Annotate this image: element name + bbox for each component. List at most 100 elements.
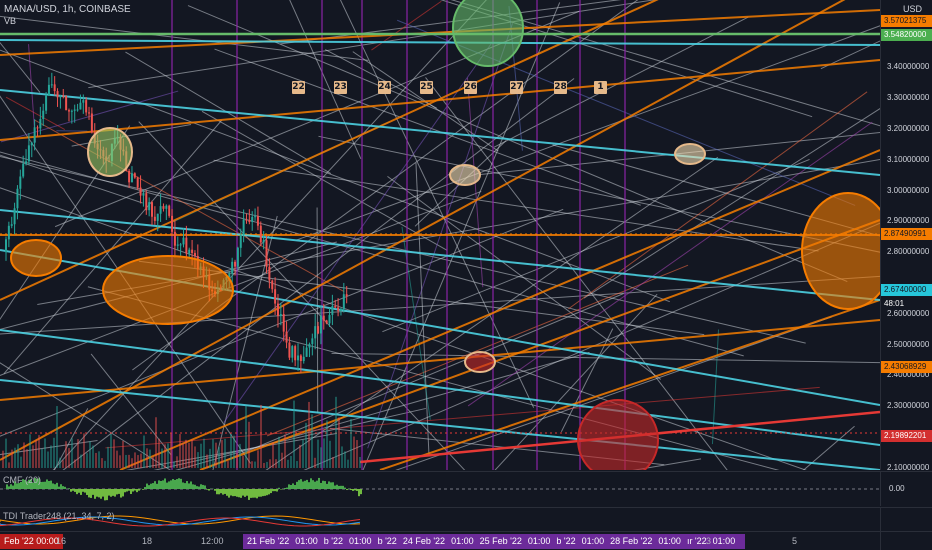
- candle-body: [19, 176, 22, 189]
- volume-bar: [5, 438, 7, 468]
- volume-bar: [335, 396, 337, 468]
- cmf-bar: [132, 489, 134, 492]
- cmf-bar: [264, 489, 266, 496]
- volume-bar: [200, 443, 202, 468]
- volume-bar: [95, 452, 97, 468]
- cmf-bar: [202, 484, 204, 489]
- candle-body: [79, 102, 82, 110]
- candle-body: [297, 355, 300, 361]
- cmf-bar: [118, 489, 120, 494]
- volume-bar: [41, 448, 43, 468]
- scale-corner[interactable]: [880, 531, 932, 550]
- cmf-pane[interactable]: CMF (20): [0, 471, 880, 506]
- volume-bar: [269, 459, 271, 468]
- day-marker[interactable]: 25: [420, 81, 433, 94]
- cmf-scale[interactable]: 0.00: [880, 471, 932, 506]
- symbol-title[interactable]: MANA/USD, 1h, COINBASE: [4, 4, 131, 15]
- cmf-bar: [292, 483, 294, 489]
- volume-bar: [8, 462, 10, 468]
- day-marker[interactable]: 28: [554, 81, 567, 94]
- day-marker[interactable]: 27: [510, 81, 523, 94]
- volume-bar: [152, 456, 154, 468]
- cmf-bar: [76, 489, 78, 495]
- cmf-bar: [50, 480, 52, 489]
- chart-canvas[interactable]: [0, 0, 880, 470]
- candle-body: [45, 95, 48, 111]
- time-axis[interactable]: Feb '22 00:00 16 18 12:00 21 Feb '22 01:00 b …: [0, 531, 880, 550]
- volume-bar: [233, 435, 235, 468]
- candle-body: [16, 188, 19, 209]
- cmf-bar: [102, 489, 104, 497]
- price-tag: 3.54820000: [881, 29, 932, 41]
- volume-bar: [113, 439, 115, 468]
- selected-range[interactable]: 21 Feb '22 01:00 b '22 01:00 b '22 24 Feb '22…: [243, 534, 746, 549]
- day-marker[interactable]: 24: [378, 81, 391, 94]
- day-marker[interactable]: 1: [594, 81, 607, 94]
- volume-bar: [44, 438, 46, 468]
- day-marker[interactable]: 23: [334, 81, 347, 94]
- cmf-bar: [322, 480, 324, 489]
- day-marker[interactable]: 26: [464, 81, 477, 94]
- volume-bar: [2, 450, 4, 468]
- cmf-bar: [270, 489, 272, 494]
- cmf-bar: [148, 485, 150, 489]
- cmf-bar: [180, 478, 182, 489]
- price-scale[interactable]: USD 3.500000003.400000003.300000003.2000…: [880, 0, 932, 472]
- candle-body: [262, 240, 265, 243]
- volume-bar: [311, 414, 313, 468]
- cmf-bar: [146, 483, 148, 489]
- cmf-bar: [86, 489, 88, 495]
- volume-bar: [194, 446, 196, 468]
- range-time-label: ır '22: [686, 536, 707, 546]
- volume-bar: [272, 442, 274, 468]
- cmf-bar: [160, 480, 162, 489]
- volume-bar: [185, 439, 187, 468]
- cmf-bar: [120, 489, 122, 498]
- day-marker[interactable]: 22: [292, 81, 305, 94]
- cmf-bar: [250, 489, 252, 498]
- tdi-pane[interactable]: TDI Trader248 (21, 34, 7, 2): [0, 507, 880, 531]
- volume-bar: [230, 434, 232, 468]
- candle-body: [185, 237, 188, 254]
- volume-bar: [47, 451, 49, 468]
- candle-body: [73, 109, 76, 111]
- cmf-bar: [318, 477, 320, 489]
- candle-body: [42, 110, 45, 120]
- tdi-label[interactable]: TDI Trader248 (21, 34, 7, 2): [3, 511, 115, 521]
- cmf-bar: [48, 481, 50, 489]
- candle-body: [236, 247, 239, 267]
- cmf-bar: [348, 488, 350, 489]
- volume-bar: [23, 442, 25, 468]
- main-chart-pane[interactable]: MANA/USD, 1h, COINBASE VB 22 23 24 25 26 27 28…: [0, 0, 880, 470]
- cmf-bar: [68, 488, 70, 489]
- volume-bar: [140, 453, 142, 468]
- volume-bar: [50, 445, 52, 468]
- tdi-scale[interactable]: [880, 507, 932, 531]
- highlight-ellipse: [577, 399, 659, 470]
- candle-body: [188, 249, 191, 254]
- cmf-bar: [332, 482, 334, 489]
- cmf-bar: [166, 482, 168, 489]
- cmf-bar: [280, 489, 282, 490]
- volume-bar: [218, 447, 220, 468]
- volume-bar: [74, 459, 76, 468]
- cmf-bar: [208, 489, 210, 491]
- cmf-bar: [136, 489, 138, 493]
- cmf-bar: [230, 489, 232, 496]
- volume-bar: [53, 437, 55, 468]
- volume-bar: [302, 439, 304, 468]
- volume-bar: [137, 455, 139, 468]
- volume-bar: [278, 436, 280, 468]
- candle-body: [334, 306, 337, 308]
- volume-bar: [179, 434, 181, 468]
- candle-body: [168, 205, 171, 216]
- cmf-label[interactable]: CMF (20): [3, 475, 41, 485]
- cmf-bar: [290, 484, 292, 489]
- volume-bar: [290, 455, 292, 468]
- cmf-bar: [130, 489, 132, 494]
- cmf-bar: [220, 489, 222, 494]
- cmf-bar: [72, 489, 74, 491]
- indicator-label[interactable]: VB: [4, 16, 16, 26]
- cmf-bar: [176, 479, 178, 489]
- cmf-bar: [262, 489, 264, 497]
